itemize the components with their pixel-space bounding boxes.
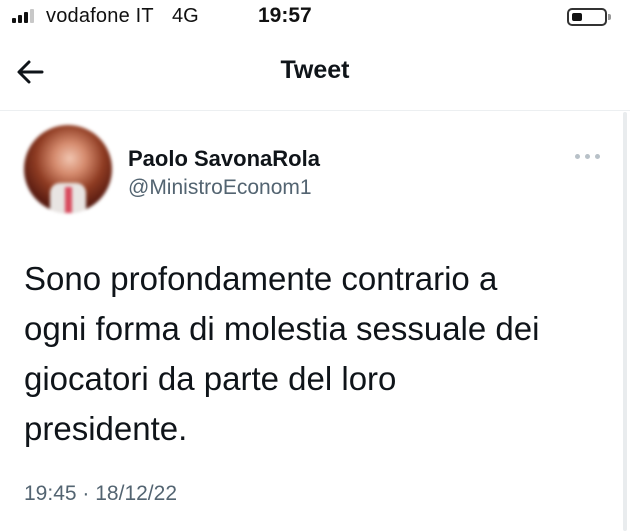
signal-icon	[12, 9, 42, 23]
header-divider	[0, 110, 630, 111]
more-horizontal-icon	[575, 154, 580, 159]
tweet-text-line: giocatori da parte del loro	[24, 360, 397, 397]
tweet-date: 18/12/22	[95, 482, 177, 505]
status-time: 19:57	[258, 4, 312, 27]
header: Tweet	[0, 40, 630, 104]
battery-icon	[567, 8, 611, 26]
status-bar: vodafone IT 4G 19:57	[0, 0, 630, 36]
tweet-text-line: Sono profondamente contrario a	[24, 260, 498, 297]
tweet-timestamp[interactable]: 19:45 · 18/12/22	[24, 482, 177, 506]
tweet-text-line: presidente.	[24, 410, 188, 447]
tweet-text-line: ogni forma di molestia sessuale dei	[24, 310, 540, 347]
scrollbar[interactable]	[623, 112, 627, 531]
carrier-name: vodafone IT	[46, 5, 154, 27]
author-handle[interactable]: @MinistroEconom1	[128, 176, 312, 200]
network-type: 4G	[172, 5, 199, 27]
tweet-time: 19:45	[24, 482, 77, 505]
tweet-text: Sono profondamente contrario a ogni form…	[24, 254, 608, 454]
meta-separator: ·	[82, 482, 90, 505]
author-name[interactable]: Paolo SavonaRola	[128, 146, 320, 172]
page-title: Tweet	[280, 56, 350, 84]
more-options-button[interactable]	[570, 146, 606, 166]
avatar[interactable]	[24, 125, 112, 213]
